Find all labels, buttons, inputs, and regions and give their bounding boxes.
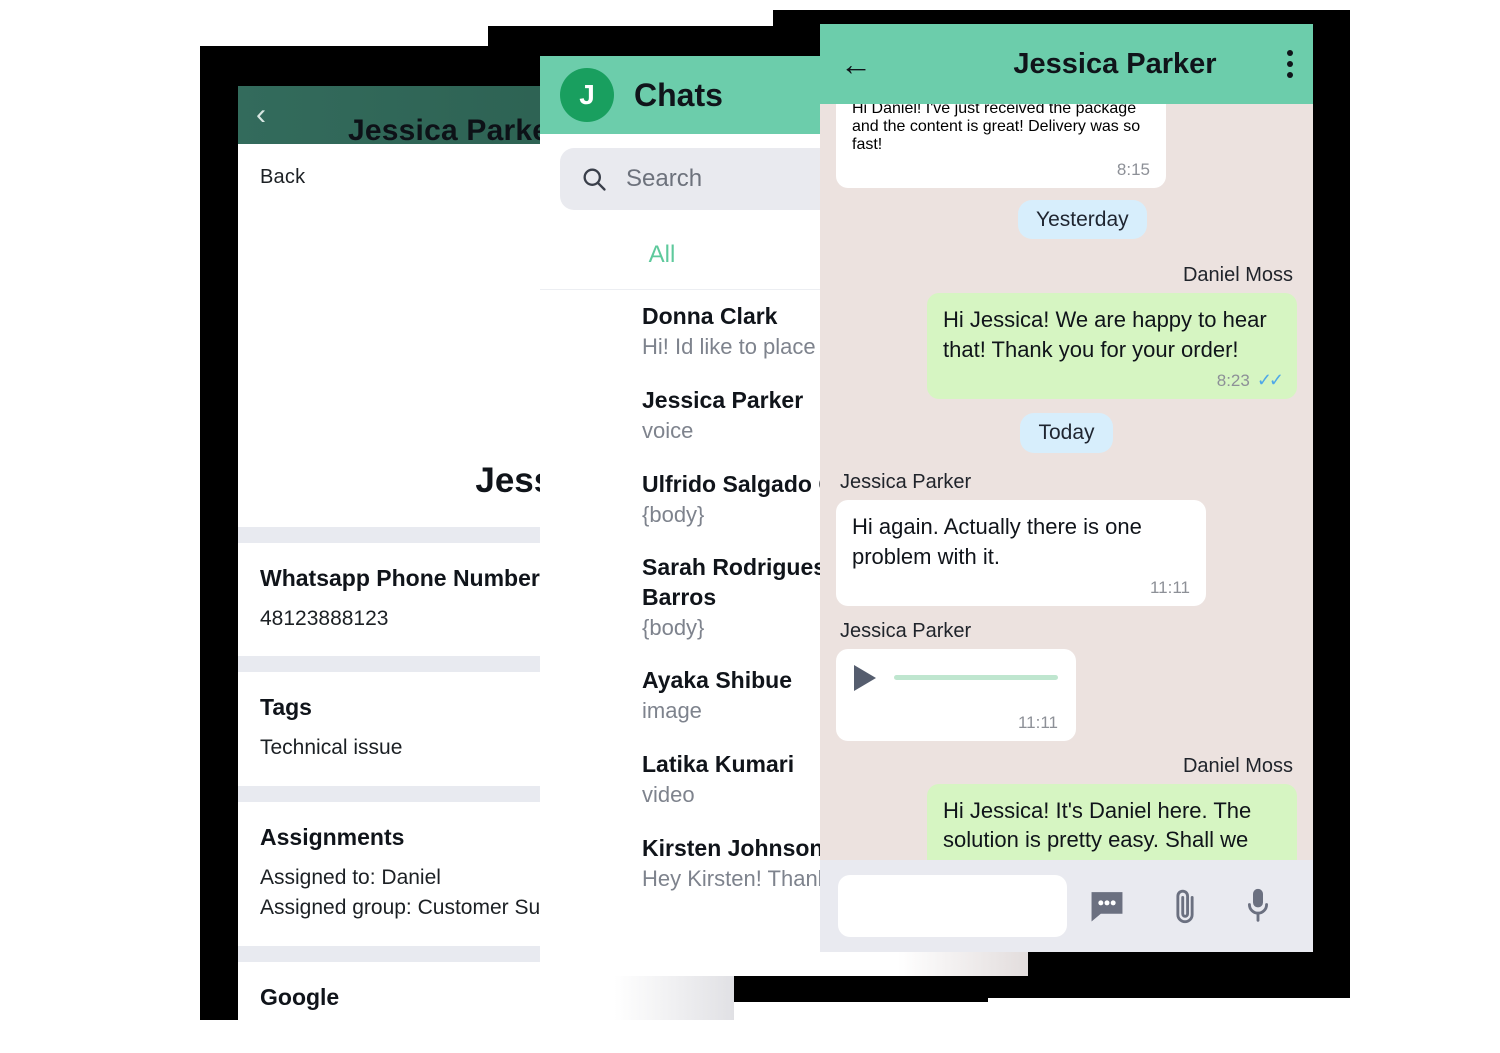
- play-icon[interactable]: [854, 664, 876, 691]
- avatar: [560, 385, 622, 447]
- avatar: [890, 37, 944, 91]
- message-input[interactable]: [838, 875, 1067, 937]
- page-title: Chats: [634, 76, 723, 113]
- chat-preview: video: [642, 781, 695, 807]
- message-sender: Daniel Moss: [1182, 754, 1293, 777]
- message-time: 8:15: [1116, 160, 1150, 179]
- message-row: Daniel Moss Hi Jessica! We are happy to …: [836, 264, 1297, 400]
- chat-preview: voice: [642, 418, 694, 444]
- message-sender: Jessica Parker: [840, 619, 972, 642]
- search-placeholder: Search: [626, 165, 703, 192]
- quick-reply-icon[interactable]: [1088, 889, 1126, 923]
- day-chip: Yesterday: [1018, 200, 1147, 239]
- arrow-left-icon[interactable]: ←: [840, 48, 872, 80]
- avatar: [560, 832, 622, 894]
- message-time: 11:11: [1149, 577, 1190, 597]
- contact-topbar-name: Jessica Parker: [348, 114, 561, 144]
- avatar: [560, 301, 622, 363]
- message-row-voice: Jessica Parker 11:11: [836, 620, 1297, 741]
- audio-progress-bar[interactable]: [894, 675, 1058, 681]
- conversation-panel: ← Jessica Parker Hi Daniel! I've just re…: [820, 24, 1313, 952]
- user-avatar[interactable]: J: [560, 68, 614, 122]
- microphone-icon[interactable]: [1243, 886, 1273, 926]
- message-time: 8:23: [1216, 370, 1250, 390]
- read-receipt-icon: ✓✓: [1256, 370, 1284, 391]
- tab-all[interactable]: All: [540, 241, 784, 269]
- chat-name: Latika Kumari: [642, 750, 795, 777]
- avatar: [280, 102, 334, 144]
- avatar: [560, 575, 622, 637]
- search-icon: [583, 168, 606, 191]
- message-sender: Jessica Parker: [840, 471, 972, 494]
- attachment-icon[interactable]: [1170, 886, 1200, 926]
- screenshot-stage: ‹ Jessica Parker Back Jessica Parker Wha…: [0, 0, 1500, 1053]
- day-chip: Today: [1020, 413, 1113, 454]
- message-bubble: Hi Jessica! We are happy to hear that! T…: [927, 293, 1297, 400]
- message-composer: [820, 860, 1313, 952]
- avatar: [560, 748, 622, 810]
- avatar: [560, 469, 622, 531]
- message-thread[interactable]: Hi Daniel! I've just received the packag…: [820, 88, 1313, 950]
- message-row: Jessica Parker Hi again. Actually there …: [836, 471, 1297, 606]
- avatar: [560, 664, 622, 726]
- voice-message-bubble[interactable]: 11:11: [836, 648, 1076, 741]
- chat-name: Ayaka Shibue: [642, 666, 792, 693]
- more-vertical-icon[interactable]: [1286, 50, 1293, 78]
- chevron-left-icon[interactable]: ‹: [256, 100, 266, 130]
- day-separator-yesterday: Yesterday: [1018, 200, 1147, 239]
- message-text: Hi Jessica! We are happy to hear that! T…: [943, 307, 1267, 362]
- section-title: Google: [260, 983, 340, 1010]
- day-separator-today: Today: [836, 413, 1297, 454]
- message-text: Hi again. Actually there is one problem …: [852, 514, 1142, 570]
- conversation-topbar: ← Jessica Parker: [820, 24, 1313, 104]
- message-sender: Daniel Moss: [1182, 264, 1293, 286]
- conversation-title: Jessica Parker: [1013, 47, 1217, 80]
- message-bubble: Hi again. Actually there is one problem …: [836, 500, 1206, 606]
- chat-name: Jessica Parker: [642, 387, 804, 414]
- message-text: Hi Daniel! I've just received the packag…: [852, 100, 1141, 153]
- message-time: 11:11: [1017, 712, 1058, 732]
- chat-preview: image: [642, 697, 702, 723]
